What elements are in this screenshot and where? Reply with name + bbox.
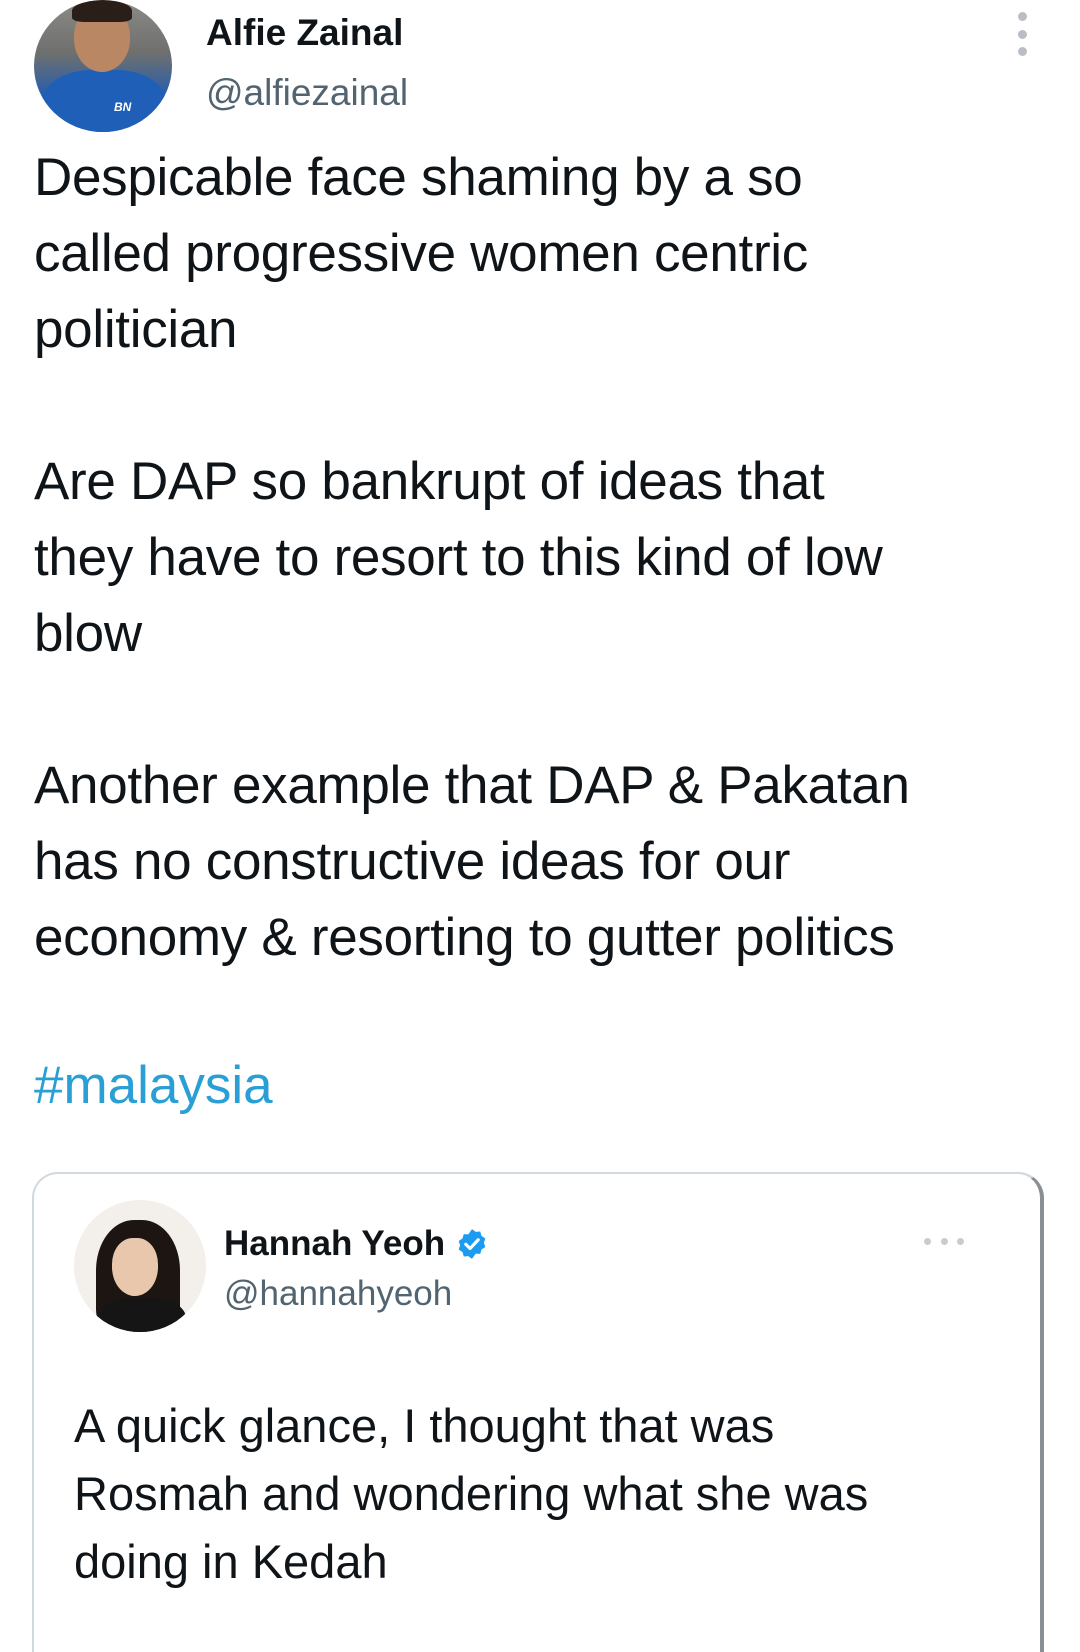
quoted-author-name[interactable]: Hannah Yeoh <box>224 1224 445 1264</box>
more-vertical-icon[interactable] <box>1010 12 1034 56</box>
quoted-author-avatar[interactable] <box>74 1200 206 1332</box>
quoted-tweet-text: A quick glance, I thought that was Rosma… <box>74 1392 1014 1596</box>
tweet-line: has no constructive ideas for our <box>34 832 791 891</box>
quoted-tweet-line: Rosmah and wondering what she was <box>74 1467 869 1520</box>
avatar-face <box>112 1238 158 1296</box>
more-dot <box>1017 47 1027 56</box>
more-dot <box>957 1237 964 1245</box>
avatar-body <box>100 1298 186 1332</box>
tweet-line: blow <box>34 604 142 663</box>
tweet-line: Despicable face shaming by a so <box>34 148 803 207</box>
avatar-hair <box>72 0 132 22</box>
more-dot <box>1017 29 1027 39</box>
author-avatar[interactable]: BN <box>34 0 172 132</box>
tweet-line: economy & resorting to gutter politics <box>34 908 895 967</box>
tweet-line: called progressive women centric <box>34 224 808 283</box>
tweet-line: Are DAP so bankrupt of ideas that <box>34 452 825 511</box>
quoted-author-handle[interactable]: @hannahyeoh <box>224 1274 452 1314</box>
author-handle[interactable]: @alfiezainal <box>206 72 408 114</box>
more-dot <box>924 1237 931 1245</box>
more-dot <box>940 1237 948 1245</box>
quoted-tweet-card[interactable]: Hannah Yeoh @hannahyeoh A quick glance, … <box>32 1172 1044 1652</box>
quoted-tweet-line: A quick glance, I thought that was <box>74 1399 775 1452</box>
verified-badge-icon <box>455 1227 489 1261</box>
more-horizontal-icon[interactable] <box>924 1236 964 1246</box>
hashtag-link[interactable]: #malaysia <box>34 1048 273 1124</box>
quoted-tweet-line: doing in Kedah <box>74 1535 388 1588</box>
quoted-author-name-row: Hannah Yeoh <box>224 1224 489 1264</box>
avatar-shirt <box>42 70 166 132</box>
tweet-line: they have to resort to this kind of low <box>34 528 883 587</box>
tweet-text: Despicable face shaming by a so called p… <box>34 140 1064 976</box>
tweet-line: Another example that DAP & Pakatan <box>34 756 910 815</box>
more-dot <box>1017 12 1027 21</box>
avatar-badge-text: BN <box>114 100 132 114</box>
tweet-line: politician <box>34 300 238 359</box>
author-name[interactable]: Alfie Zainal <box>206 12 403 54</box>
